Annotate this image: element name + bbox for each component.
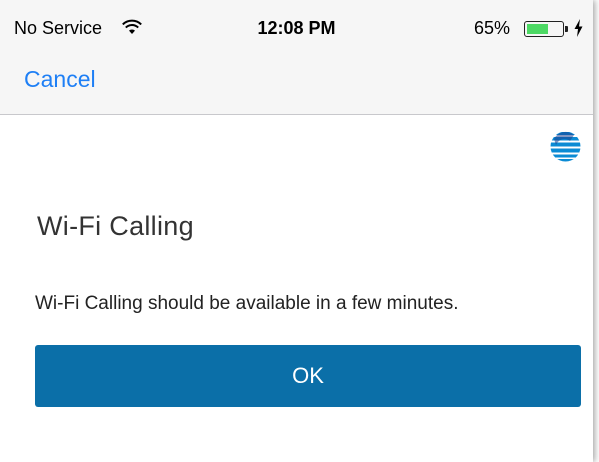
cancel-button[interactable]: Cancel <box>24 66 96 93</box>
navigation-bar: Cancel <box>0 48 593 115</box>
status-bar: No Service 12:08 PM 65% <box>0 0 593 48</box>
status-message: Wi-Fi Calling should be available in a f… <box>35 293 459 314</box>
wifi-calling-panel: Wi-Fi Calling Wi-Fi Calling should be av… <box>0 115 593 462</box>
att-globe-logo <box>550 131 581 162</box>
battery-nub <box>565 26 568 32</box>
battery-icon <box>524 21 564 37</box>
battery-level-fill <box>527 24 548 34</box>
app-screen: No Service 12:08 PM 65% Cancel Wi-Fi Cal… <box>0 0 593 462</box>
ok-button[interactable]: OK <box>35 345 581 407</box>
battery-percentage: 65% <box>474 18 511 38</box>
page-title: Wi-Fi Calling <box>37 211 194 241</box>
charging-bolt-icon <box>574 19 583 42</box>
